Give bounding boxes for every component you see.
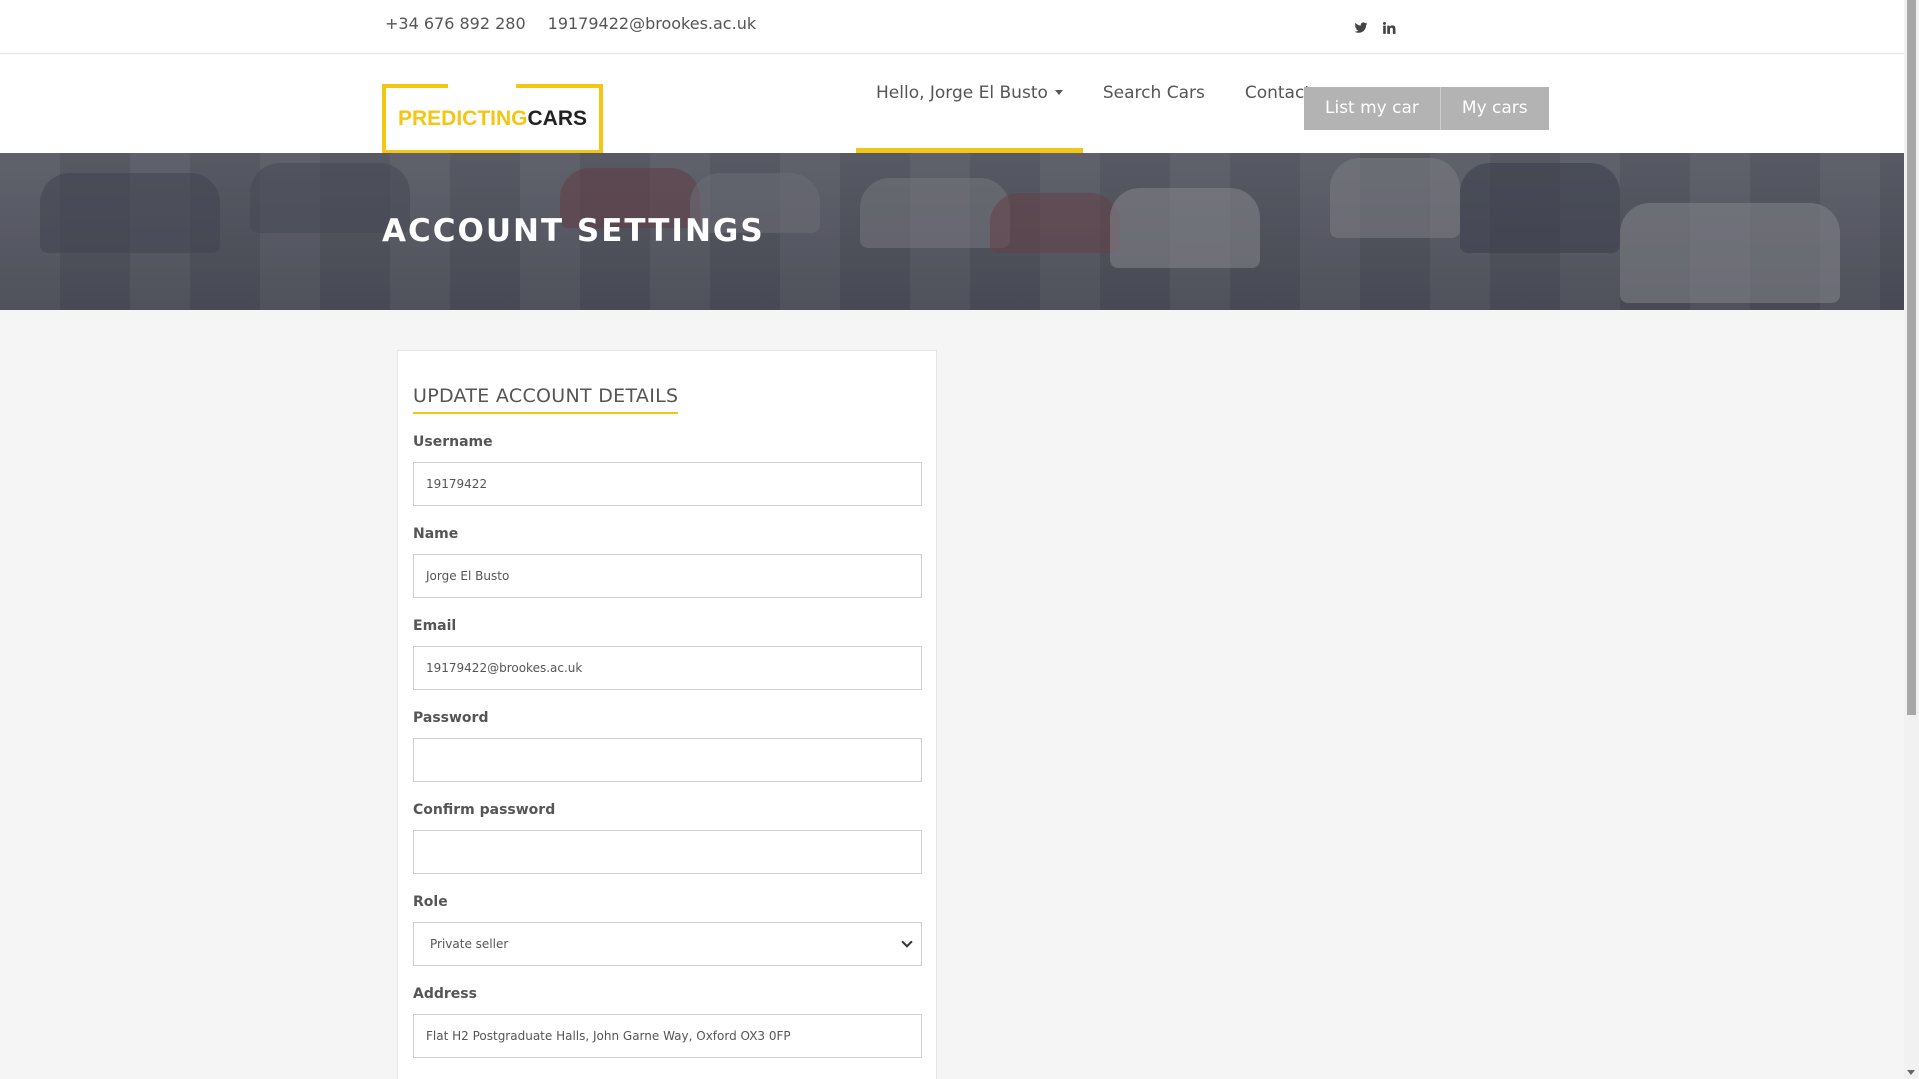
email-label: Email — [413, 618, 457, 634]
my-cars-button[interactable]: My cars — [1439, 87, 1549, 130]
phone-number: +34 676 892 280 — [385, 14, 526, 33]
scroll-down-icon[interactable] — [1907, 1070, 1915, 1075]
site-header: PREDICTINGCARS Hello, Jorge El Busto Sea… — [0, 54, 1904, 154]
nav-search-cars[interactable]: Search Cars — [1083, 54, 1225, 153]
header-buttons: List my car My cars — [1304, 87, 1549, 130]
logo-border-gap — [448, 84, 516, 88]
confirm-password-field[interactable] — [413, 830, 922, 874]
logo-text: PREDICTINGCARS — [398, 107, 587, 131]
name-label: Name — [413, 526, 459, 542]
username-field[interactable]: 19179422 — [413, 462, 922, 506]
banner-overlay — [0, 153, 1904, 310]
logo-text-part2: CARS — [527, 107, 588, 130]
twitter-icon[interactable] — [1354, 20, 1368, 34]
email-field[interactable]: 19179422@brookes.ac.uk — [413, 646, 922, 690]
address-label: Address — [413, 986, 477, 1002]
form-title: UPDATE ACCOUNT DETAILS — [413, 385, 679, 414]
list-my-car-button[interactable]: List my car — [1304, 87, 1440, 130]
password-field[interactable] — [413, 738, 922, 782]
scrollbar[interactable] — [1904, 0, 1919, 1079]
caret-down-icon — [1054, 90, 1063, 95]
contact-info: +34 676 892 280 19179422@brookes.ac.uk — [385, 14, 756, 33]
nav-user-menu[interactable]: Hello, Jorge El Busto — [856, 54, 1083, 153]
site-logo[interactable]: PREDICTINGCARS — [382, 84, 603, 154]
role-select[interactable]: Private seller — [413, 922, 922, 966]
password-label: Password — [413, 710, 489, 726]
username-label: Username — [413, 434, 493, 450]
scrollbar-thumb[interactable] — [1907, 0, 1916, 715]
nav-user-menu-label: Hello, Jorge El Busto — [876, 82, 1048, 103]
role-label: Role — [413, 894, 448, 910]
main-nav: Hello, Jorge El Busto Search Cars Contac… — [856, 54, 1331, 153]
address-field[interactable]: Flat H2 Postgraduate Halls, John Garne W… — [413, 1014, 922, 1058]
linkedin-icon[interactable] — [1382, 20, 1396, 34]
confirm-password-label: Confirm password — [413, 802, 556, 818]
top-bar: +34 676 892 280 19179422@brookes.ac.uk — [0, 0, 1904, 54]
logo-text-part1: PREDICTING — [397, 107, 528, 130]
name-field[interactable]: Jorge El Busto — [413, 554, 922, 598]
email-address[interactable]: 19179422@brookes.ac.uk — [548, 14, 756, 33]
account-form-card: UPDATE ACCOUNT DETAILS Username 19179422… — [397, 350, 937, 1079]
chevron-down-icon — [901, 936, 913, 948]
social-links — [1354, 20, 1396, 34]
role-select-value: Private seller — [430, 937, 509, 951]
page-banner: ACCOUNT SETTINGS — [0, 153, 1904, 310]
page-title: ACCOUNT SETTINGS — [382, 213, 765, 249]
